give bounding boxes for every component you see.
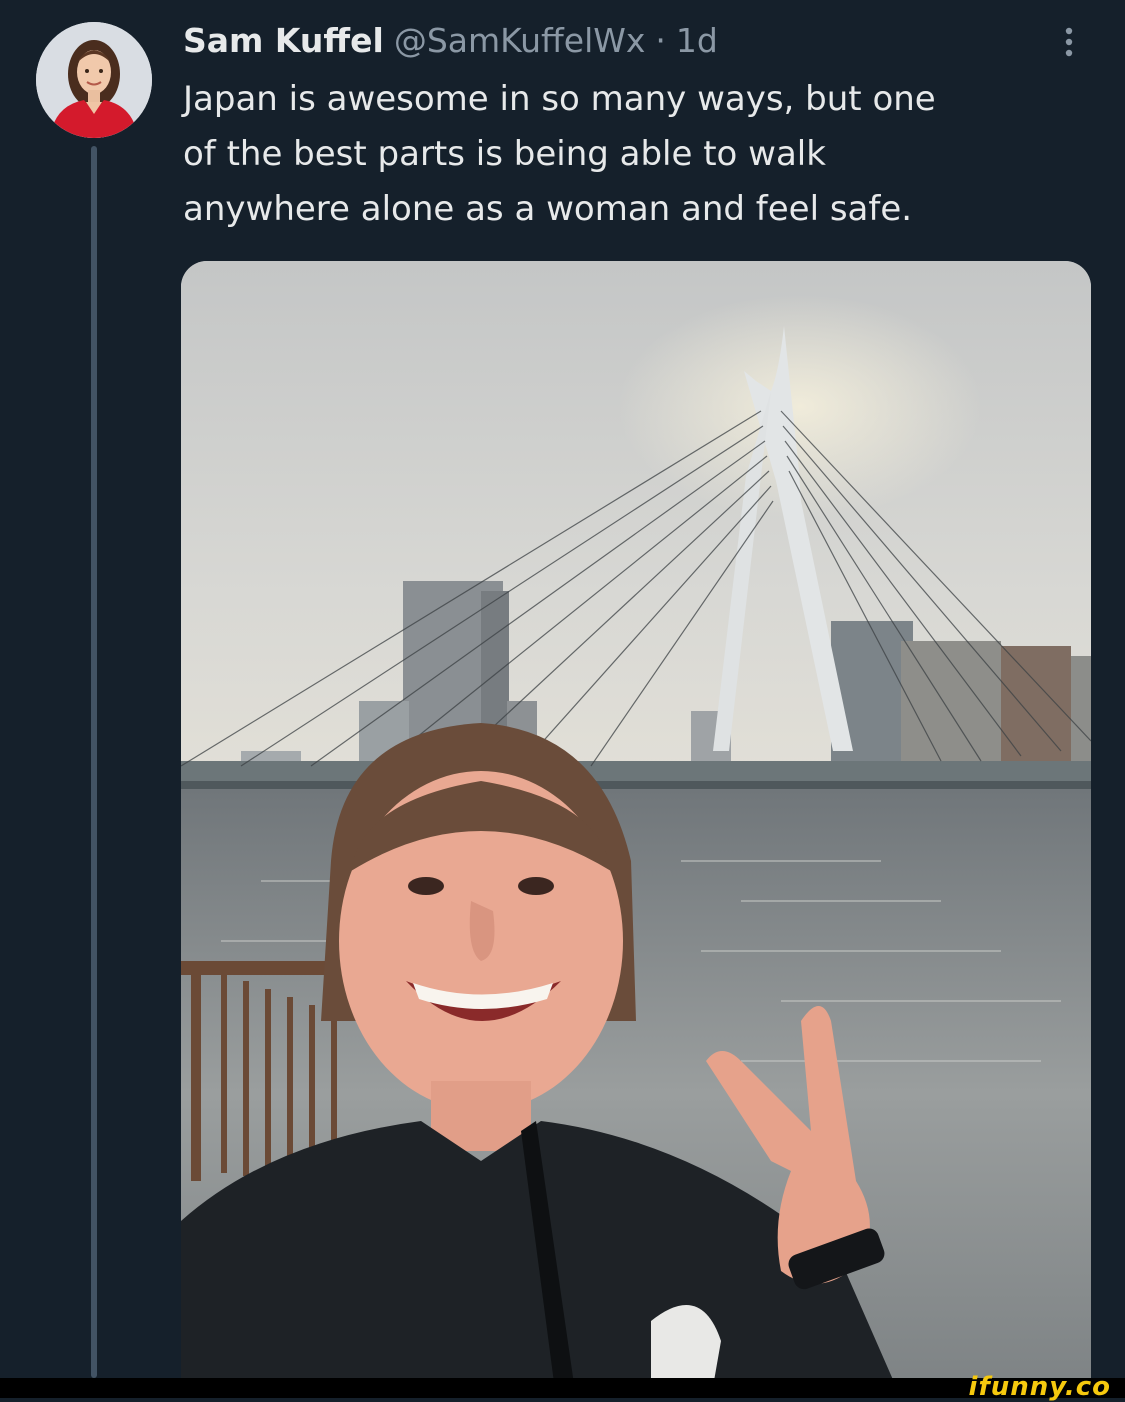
tweet-card: Sam Kuffel @SamKuffelWx · 1d Japan is aw… [0, 0, 1125, 1402]
tweet-text-line: anywhere alone as a woman and feel safe. [183, 189, 913, 229]
author-handle[interactable]: @SamKuffelWx [394, 18, 646, 64]
tweet-text-line: Japan is awesome in so many ways, but on… [183, 79, 936, 119]
selfie-photo [181, 261, 1091, 1398]
more-vertical-icon[interactable] [1054, 24, 1084, 60]
thread-line [91, 146, 97, 1378]
tweet-header: Sam Kuffel @SamKuffelWx · 1d [183, 18, 718, 68]
tweet-text: Japan is awesome in so many ways, but on… [183, 72, 1083, 237]
author-avatar[interactable] [36, 22, 152, 138]
author-name[interactable]: Sam Kuffel [183, 18, 384, 64]
avatar-photo [36, 22, 152, 138]
tweet-text-line: of the best parts is being able to walk [183, 134, 826, 174]
tweet-media-photo[interactable] [181, 261, 1091, 1398]
bottom-bar [0, 1378, 1125, 1398]
tweet-timestamp[interactable]: 1d [676, 18, 718, 64]
separator-dot: · [655, 21, 666, 60]
